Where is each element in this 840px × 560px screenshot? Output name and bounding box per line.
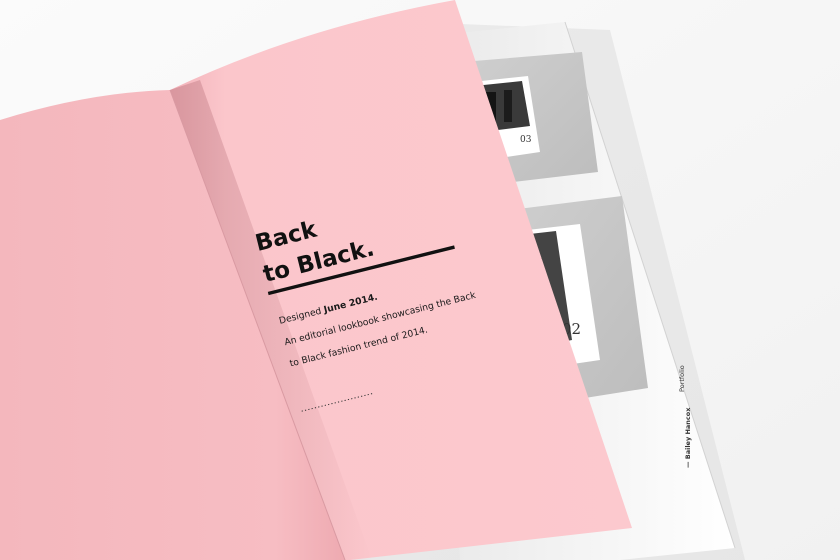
photo-figure-top-2 bbox=[504, 90, 512, 122]
photo-number-top: 03 bbox=[520, 135, 532, 145]
spine-section: Portfolio bbox=[678, 365, 686, 392]
book-photo: 03 02 Portfolio — Bailey Hancox Back to … bbox=[0, 0, 840, 560]
spine-author: — Bailey Hancox bbox=[684, 407, 692, 468]
